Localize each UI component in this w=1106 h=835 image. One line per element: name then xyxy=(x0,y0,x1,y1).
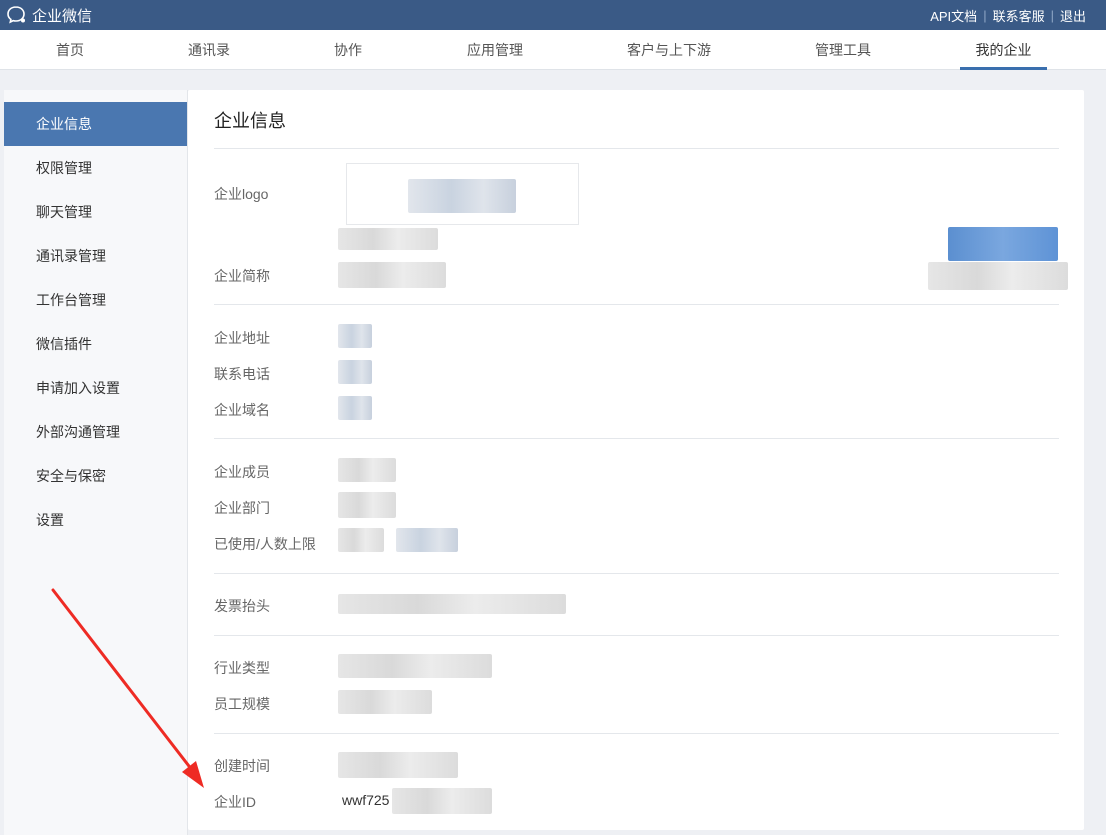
invoice-label: 发票抬头 xyxy=(214,598,270,614)
tab-home[interactable]: 首页 xyxy=(40,30,100,70)
tab-customers[interactable]: 客户与上下游 xyxy=(618,30,720,70)
logout-link[interactable]: 退出 xyxy=(1054,6,1092,25)
redacted-created xyxy=(338,752,458,778)
sidebar-item-enterprise-info[interactable]: 企业信息 xyxy=(4,102,187,146)
departments-label: 企业部门 xyxy=(214,500,270,516)
phone-label: 联系电话 xyxy=(214,366,270,382)
industry-label: 行业类型 xyxy=(214,660,270,676)
sidebar-item-wechat-plugin[interactable]: 微信插件 xyxy=(4,322,187,366)
redacted-short-name xyxy=(338,262,446,288)
redacted-phone xyxy=(338,360,372,384)
sidebar-item-contacts[interactable]: 通讯录管理 xyxy=(4,234,187,278)
top-bar: 企业微信 API文档 | 联系客服 | 退出 xyxy=(0,0,1106,30)
tab-admin-tools[interactable]: 管理工具 xyxy=(806,30,880,70)
redacted-departments xyxy=(338,492,396,518)
redacted-industry xyxy=(338,654,492,678)
sidebar-item-chat[interactable]: 聊天管理 xyxy=(4,190,187,234)
redacted-members xyxy=(338,458,396,482)
contact-support-link[interactable]: 联系客服 xyxy=(987,6,1051,25)
address-label: 企业地址 xyxy=(214,330,270,346)
tab-app-management[interactable]: 应用管理 xyxy=(458,30,532,70)
logo-label: 企业logo xyxy=(214,186,269,202)
tab-collaboration[interactable]: 协作 xyxy=(320,30,376,70)
redacted-button[interactable] xyxy=(948,227,1058,261)
active-tab-indicator xyxy=(960,67,1047,70)
divider xyxy=(214,148,1059,149)
sidebar-item-workbench[interactable]: 工作台管理 xyxy=(4,278,187,322)
page-title: 企业信息 xyxy=(214,111,286,131)
sidebar-item-permissions[interactable]: 权限管理 xyxy=(4,146,187,190)
usage-label: 已使用/人数上限 xyxy=(214,536,316,552)
sidebar-item-security[interactable]: 安全与保密 xyxy=(4,454,187,498)
tab-my-enterprise[interactable]: 我的企业 xyxy=(960,30,1047,70)
corp-id-label: 企业ID xyxy=(214,794,256,810)
redacted-address xyxy=(338,324,372,348)
sidebar-item-external-comm[interactable]: 外部沟通管理 xyxy=(4,410,187,454)
scale-label: 员工规模 xyxy=(214,696,270,712)
divider xyxy=(214,635,1059,636)
enterprise-info-panel: 企业信息 企业logo 企业简称 企业地址 联系电话 企业域名 企业成员 企业部… xyxy=(188,90,1084,830)
sidebar-item-settings[interactable]: 设置 xyxy=(4,498,187,542)
corp-id-value: wwf725 xyxy=(342,792,390,808)
redacted-scale xyxy=(338,690,432,714)
api-docs-link[interactable]: API文档 xyxy=(924,6,983,25)
divider xyxy=(214,733,1059,734)
redacted-used xyxy=(338,528,384,552)
redacted-note xyxy=(928,262,1068,290)
divider xyxy=(214,573,1059,574)
members-label: 企业成员 xyxy=(214,464,270,480)
brand-title: 企业微信 xyxy=(32,7,93,25)
sidebar: 企业信息 权限管理 聊天管理 通讯录管理 工作台管理 微信插件 申请加入设置 外… xyxy=(4,90,188,835)
domain-label: 企业域名 xyxy=(214,402,270,418)
created-label: 创建时间 xyxy=(214,758,270,774)
tab-contacts[interactable]: 通讯录 xyxy=(174,30,244,70)
redacted-limit xyxy=(396,528,458,552)
divider xyxy=(214,304,1059,305)
short-name-label: 企业简称 xyxy=(214,268,270,284)
top-links: API文档 | 联系客服 | 退出 xyxy=(924,0,1092,30)
redacted-logo-hint xyxy=(338,228,438,250)
redacted-invoice xyxy=(338,594,566,614)
wecom-logo-icon xyxy=(7,6,25,24)
divider xyxy=(214,438,1059,439)
main-nav: 首页 通讯录 协作 应用管理 客户与上下游 管理工具 我的企业 xyxy=(0,30,1106,70)
redacted-domain xyxy=(338,396,372,420)
sidebar-item-join-settings[interactable]: 申请加入设置 xyxy=(4,366,187,410)
redacted-corp-id xyxy=(392,788,492,814)
brand[interactable]: 企业微信 xyxy=(6,0,92,30)
redacted-logo xyxy=(408,179,516,213)
